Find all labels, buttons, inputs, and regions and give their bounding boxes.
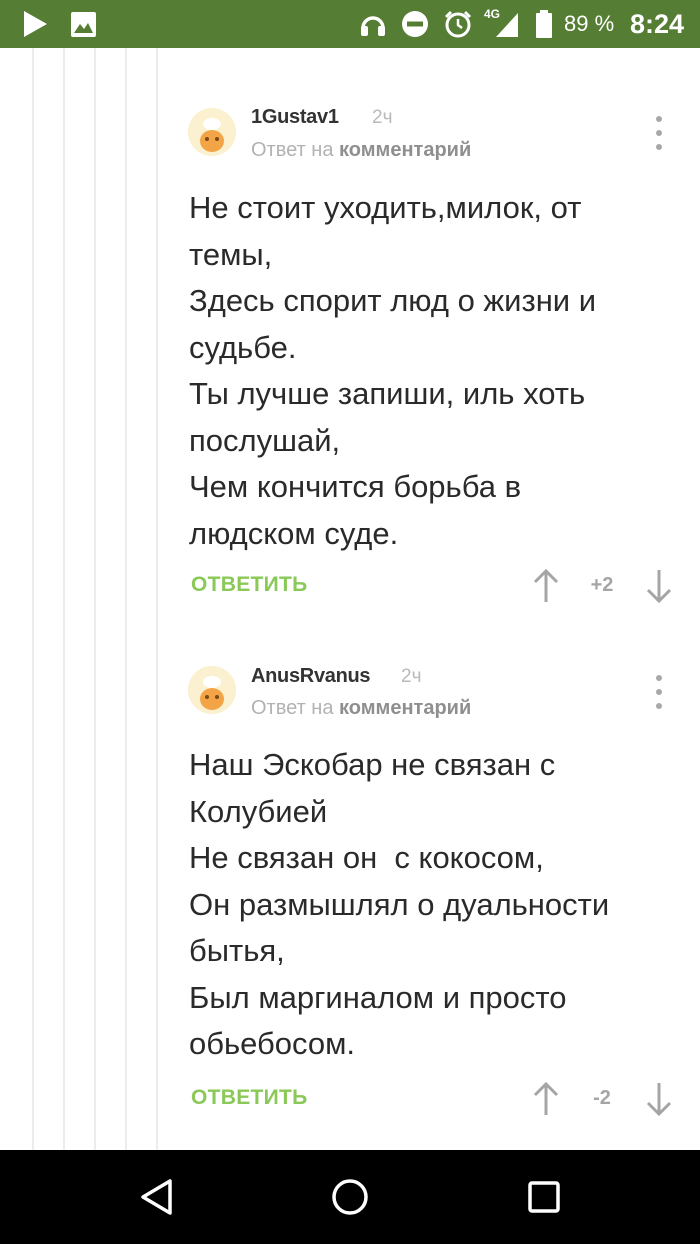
alarm-icon: [441, 0, 475, 48]
battery-percent: 89 %: [564, 11, 615, 36]
comment-line: бытья,: [189, 933, 285, 968]
navigation-bar: [0, 1150, 700, 1244]
comment-line: Ты лучше запиши, иль хоть: [189, 376, 586, 411]
recent-apps-icon[interactable]: [504, 1150, 584, 1244]
comment-line: Не стоит уходить,милок, от: [189, 190, 582, 225]
do-not-disturb-icon: [399, 0, 431, 48]
default-avatar-icon: [188, 108, 236, 156]
avatar[interactable]: [188, 666, 236, 714]
comment-line: темы,: [189, 236, 273, 272]
thread-line: [156, 48, 158, 1150]
username[interactable]: AnusRvanus: [251, 665, 371, 688]
comment-line: Не связан он с кокосом,: [189, 840, 544, 875]
thread-line: [125, 48, 127, 1150]
downvote-icon[interactable]: [641, 566, 677, 606]
image-icon: [68, 0, 98, 48]
comment-line: Колубией: [189, 793, 328, 829]
downvote-icon[interactable]: [641, 1079, 677, 1119]
reply-button[interactable]: ОТВЕТИТЬ: [191, 1086, 308, 1110]
network-type: 4G: [484, 7, 501, 21]
comment-line: Был маргиналом и просто: [189, 979, 567, 1015]
status-bar: 4G 89 % 8:24: [0, 0, 700, 48]
parent-comment-link[interactable]: комментарий: [339, 697, 471, 719]
avatar[interactable]: [188, 108, 236, 156]
reply-prefix: Ответ на: [251, 697, 334, 719]
battery-icon: [533, 0, 555, 48]
comment-time: 2ч: [401, 666, 422, 687]
comment-line: людском суде.: [189, 515, 399, 551]
comment-line: Он размышлял о дуальности: [189, 886, 610, 922]
reply-prefix: Ответ на: [251, 139, 334, 161]
default-avatar-icon: [188, 666, 236, 714]
comment-time: 2ч: [372, 107, 393, 128]
thread-line: [32, 48, 34, 1150]
upvote-icon[interactable]: [528, 566, 564, 606]
reply-info: Ответ на комментарий: [251, 697, 471, 720]
home-icon[interactable]: [310, 1150, 390, 1244]
more-options-icon[interactable]: [648, 116, 670, 150]
clock: 8:24: [630, 9, 685, 39]
back-icon[interactable]: [117, 1150, 197, 1244]
upvote-icon[interactable]: [528, 1079, 564, 1119]
rating-value: -2: [593, 1087, 611, 1109]
comment-line: Наш Эскобар не связан с: [189, 747, 556, 782]
headphones-icon: [357, 0, 389, 48]
play-icon: [20, 0, 50, 48]
reply-info: Ответ на комментарий: [251, 139, 471, 162]
parent-comment-link[interactable]: комментарий: [339, 139, 471, 161]
comment-text: Не стоит уходить,милок, от темы, Здесь с…: [189, 185, 659, 557]
thread-line: [94, 48, 96, 1150]
comment-line: послушай,: [189, 422, 341, 458]
username[interactable]: 1Gustav1: [251, 106, 339, 129]
rating-value: +2: [590, 574, 614, 596]
more-options-icon[interactable]: [648, 675, 670, 709]
comment-line: судьбе.: [189, 329, 297, 365]
reply-button[interactable]: ОТВЕТИТЬ: [191, 573, 308, 597]
comment-line: Чем кончится борьба в: [189, 469, 522, 504]
comment-line: Здесь спорит люд о жизни и: [189, 283, 597, 318]
comment-text: Наш Эскобар не связан с Колубией Не связ…: [189, 742, 659, 1068]
comment-line: обьебосом.: [189, 1026, 356, 1061]
thread-line: [63, 48, 65, 1150]
